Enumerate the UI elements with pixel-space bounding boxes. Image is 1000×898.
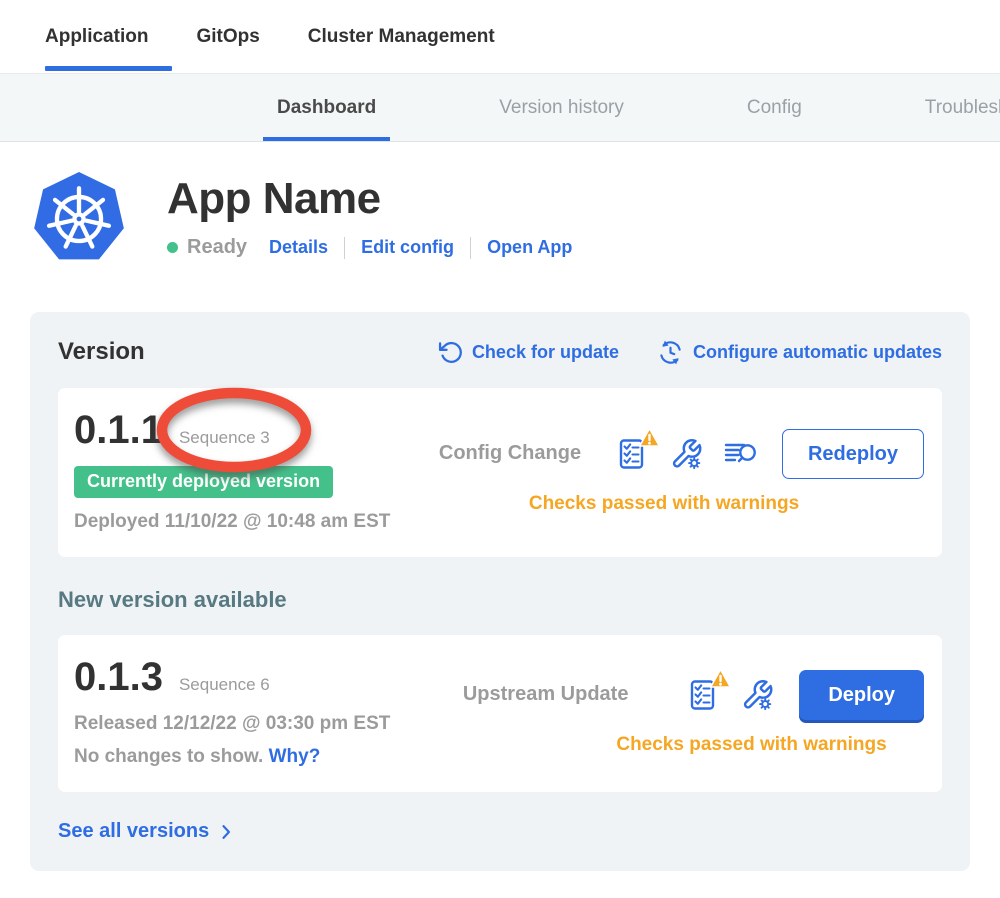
tab-application-label: Application xyxy=(45,26,148,48)
tab-cluster-management[interactable]: Cluster Management xyxy=(308,0,495,73)
page-title: App Name xyxy=(167,174,572,224)
available-version-sequence: Sequence 6 xyxy=(179,675,270,695)
available-version-row: 0.1.3 Sequence 6 Released 12/12/22 @ 03:… xyxy=(58,635,942,792)
version-card: Version Check for update Configure autom… xyxy=(30,312,970,871)
edit-config-link[interactable]: Edit config xyxy=(361,237,454,258)
version-card-title: Version xyxy=(58,338,145,366)
see-all-versions-label: See all versions xyxy=(58,820,209,843)
configure-automatic-updates-label: Configure automatic updates xyxy=(693,342,942,363)
current-version-number: 0.1.1 xyxy=(74,410,163,450)
current-checks-status: Checks passed with warnings xyxy=(404,493,924,515)
version-card-header: Version Check for update Configure autom… xyxy=(58,338,942,366)
available-version-icons xyxy=(687,678,775,712)
current-version-info: 0.1.1 Sequence 3 Currently deployed vers… xyxy=(74,410,404,533)
new-version-heading: New version available xyxy=(58,587,942,613)
see-all-versions-link[interactable]: See all versions xyxy=(58,820,236,843)
details-link[interactable]: Details xyxy=(269,237,328,258)
status-dot-icon xyxy=(167,242,178,253)
redeploy-button[interactable]: Redeploy xyxy=(782,429,924,479)
tab-config[interactable]: Config xyxy=(733,74,816,141)
tab-dashboard[interactable]: Dashboard xyxy=(263,74,390,141)
currently-deployed-badge: Currently deployed version xyxy=(74,466,333,498)
why-link[interactable]: Why? xyxy=(269,746,321,767)
tab-cluster-management-label: Cluster Management xyxy=(308,26,495,48)
released-timestamp: Released 12/12/22 @ 03:30 pm EST xyxy=(74,713,404,735)
link-divider xyxy=(470,237,471,259)
tab-troubleshoot-label: Troubleshoot xyxy=(925,97,1000,119)
tab-version-history[interactable]: Version history xyxy=(485,74,638,141)
tab-gitops[interactable]: GitOps xyxy=(196,0,259,73)
current-version-icons xyxy=(616,437,758,471)
status-badge: Ready xyxy=(187,236,247,259)
view-diff-magnifier-icon[interactable] xyxy=(724,437,758,471)
warning-triangle-icon xyxy=(638,427,661,448)
gear-icon xyxy=(760,698,771,709)
configure-automatic-updates-button[interactable]: Configure automatic updates xyxy=(657,339,942,366)
warning-triangle-icon xyxy=(709,668,732,689)
app-sub-nav: Dashboard Version history Config Trouble… xyxy=(0,74,1000,142)
tab-troubleshoot[interactable]: Troubleshoot xyxy=(911,74,1000,141)
no-changes-text: No changes to show. xyxy=(74,746,263,767)
available-checks-status: Checks passed with warnings xyxy=(404,734,924,756)
tab-application[interactable]: Application xyxy=(45,0,148,73)
preflight-checks-icon[interactable] xyxy=(687,678,721,712)
tab-gitops-label: GitOps xyxy=(196,26,259,48)
app-header: App Name Ready Details Edit config Open … xyxy=(33,170,1000,266)
current-version-source: Config Change xyxy=(404,442,616,465)
link-divider xyxy=(344,237,345,259)
chevron-right-icon xyxy=(216,822,236,842)
edit-config-wrench-icon[interactable] xyxy=(741,678,775,712)
auto-update-clock-icon xyxy=(657,339,684,366)
tab-config-label: Config xyxy=(747,97,802,119)
tab-dashboard-label: Dashboard xyxy=(277,97,376,119)
gear-icon xyxy=(689,457,700,468)
version-card-actions: Check for update Configure automatic upd… xyxy=(438,339,942,366)
deploy-button[interactable]: Deploy xyxy=(799,670,924,720)
preflight-checks-icon[interactable] xyxy=(616,437,650,471)
available-version-info: 0.1.3 Sequence 6 Released 12/12/22 @ 03:… xyxy=(74,657,404,768)
refresh-icon xyxy=(438,340,463,365)
available-version-source: Upstream Update xyxy=(404,683,687,706)
current-version-row: 0.1.1 Sequence 3 Currently deployed vers… xyxy=(58,388,942,557)
edit-config-wrench-icon[interactable] xyxy=(670,437,704,471)
available-version-number: 0.1.3 xyxy=(74,657,163,697)
deployed-timestamp: Deployed 11/10/22 @ 10:48 am EST xyxy=(74,511,404,533)
check-for-update-button[interactable]: Check for update xyxy=(438,340,619,365)
check-for-update-label: Check for update xyxy=(472,342,619,363)
tab-version-history-label: Version history xyxy=(499,97,624,119)
open-app-link[interactable]: Open App xyxy=(487,237,572,258)
top-nav: Application GitOps Cluster Management xyxy=(0,0,1000,74)
kubernetes-logo-icon xyxy=(33,170,125,266)
current-version-sequence: Sequence 3 xyxy=(179,428,270,448)
app-status-row: Ready Details Edit config Open App xyxy=(167,236,572,259)
